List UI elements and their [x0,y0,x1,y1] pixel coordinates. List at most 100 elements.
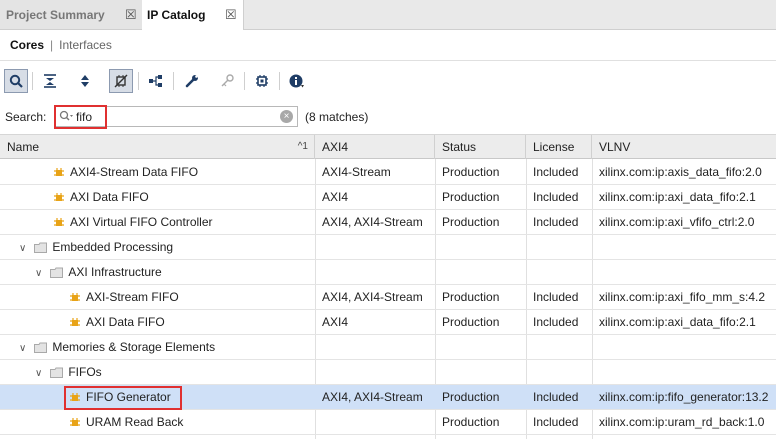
axi4-cell: AXI4, AXI4-Stream [322,290,423,304]
ip-name: AXI Data FIFO [70,190,149,204]
search-highlight-box [54,105,107,129]
axi4-cell: AXI4, AXI4-Stream [322,215,423,229]
status-cell: Production [442,415,500,429]
tab-project-summary[interactable]: Project Summary ☒ [0,0,143,29]
folder-name: Embedded Processing [52,240,174,254]
folder-icon [34,242,48,254]
axi4-cell: AXI4-Stream [322,165,391,179]
ip-core-icon [70,292,80,301]
status-cell: Production [442,315,500,329]
search-row: Search: fifo × (8 matches) [0,103,776,131]
toolbar-separator [244,72,245,90]
tree-folder-row[interactable]: ∨ AXI Infrastructure [0,260,776,285]
toolbar-separator [173,72,174,90]
axi4-cell: AXI4 [322,315,349,329]
info-button[interactable] [285,69,309,93]
ip-name: AXI Data FIFO [86,315,165,329]
customize-ip-icon [114,74,128,88]
table-row[interactable]: URAM Read Back Production Included xilin… [0,410,776,435]
column-header-axi4[interactable]: AXI4 [315,135,435,159]
catalog-toolbar [0,64,776,98]
editor-tab-bar: Project Summary ☒ IP Catalog ☒ [0,0,776,30]
ip-name: AXI4-Stream Data FIFO [70,165,199,179]
ip-core-icon [54,167,64,176]
key-icon [221,74,234,87]
toolbar-separator [32,72,33,90]
column-header-license[interactable]: License [526,135,592,159]
expand-chevron-icon[interactable]: ∨ [35,262,47,284]
collapse-all-icon [44,74,56,88]
license-cell: Included [533,215,579,229]
hierarchy-button[interactable] [144,69,168,93]
folder-name: AXI Infrastructure [68,265,162,279]
name-cell: ∨ FIFOs [0,360,315,384]
folder-name: FIFOs [68,365,102,379]
tree-folder-row[interactable]: ∨ FIFOs [0,360,776,385]
device-button[interactable] [250,69,274,93]
tab-ip-catalog[interactable]: IP Catalog ☒ [142,0,244,30]
folder-icon [34,342,48,354]
table-row[interactable]: AXI Data FIFO AXI4 Production Included x… [0,185,776,210]
name-cell: AXI Data FIFO [0,310,315,334]
name-cell: AXI4-Stream Data FIFO [0,160,315,184]
axi4-cell: AXI4 [322,190,349,204]
match-count: (8 matches) [305,110,369,124]
name-cell: ∨ Embedded Processing [0,235,315,259]
table-row[interactable]: AXI-Stream FIFO AXI4, AXI4-Stream Produc… [0,285,776,310]
license-cell: Included [533,415,579,429]
search-button[interactable] [4,69,28,93]
subtab-separator: | [50,38,54,52]
ip-name: AXI-Stream FIFO [86,290,179,304]
expand-chevron-icon[interactable]: ∨ [19,337,31,359]
expand-all-button[interactable] [73,69,97,93]
vlnv-cell: xilinx.com:ip:axi_data_fifo:2.1 [599,315,756,329]
header-label: Name [7,140,40,154]
expand-chevron-icon[interactable]: ∨ [19,237,31,259]
ip-name: URAM Read Back [86,415,184,429]
expand-chevron-icon[interactable]: ∨ [35,362,47,384]
expand-all-icon [81,75,89,87]
table-row[interactable]: AXI Data FIFO AXI4 Production Included x… [0,310,776,335]
tab-label: IP Catalog [147,8,206,22]
ip-core-icon [54,192,64,201]
column-header-vlnv[interactable]: VLNV [592,135,776,159]
vlnv-cell: xilinx.com:ip:axis_data_fifo:2.0 [599,165,762,179]
close-icon[interactable]: ☒ [225,7,237,23]
table-row[interactable]: AXI Virtual FIFO Controller AXI4, AXI4-S… [0,210,776,235]
table-header: Name ^1 AXI4 Status License VLNV [0,134,776,159]
license-button[interactable] [215,69,239,93]
vlnv-cell: xilinx.com:ip:axi_data_fifo:2.1 [599,190,756,204]
column-header-name[interactable]: Name ^1 [0,135,315,159]
customize-ip-button[interactable] [109,69,133,93]
name-cell: AXI Data FIFO [0,185,315,209]
axi4-cell [315,410,435,434]
table-row[interactable]: AXI4-Stream Data FIFO AXI4-Stream Produc… [0,160,776,185]
tree-folder-row[interactable]: ∨ Memories & Storage Elements [0,335,776,360]
collapse-all-button[interactable] [38,69,62,93]
settings-button[interactable] [180,69,204,93]
ip-core-icon [70,417,80,426]
view-subtabs: Cores | Interfaces [0,30,776,61]
license-cell: Included [533,315,579,329]
column-header-status[interactable]: Status [435,135,526,159]
vlnv-cell: xilinx.com:ip:axi_vfifo_ctrl:2.0 [599,215,755,229]
sort-indicator: ^1 [297,141,308,152]
vlnv-cell: xilinx.com:ip:fifo_generator:13.2 [599,390,769,404]
subtab-cores[interactable]: Cores [10,38,44,52]
subtab-interfaces[interactable]: Interfaces [59,38,112,52]
axi4-cell: AXI4, AXI4-Stream [322,390,423,404]
status-cell: Production [442,290,500,304]
tree-folder-row[interactable]: ∨ Embedded Processing [0,235,776,260]
search-icon [9,74,23,88]
clear-search-icon[interactable]: × [280,110,293,123]
tab-label: Project Summary [6,7,105,22]
chip-icon [256,75,268,87]
info-icon [289,74,304,88]
ip-name: AXI Virtual FIFO Controller [70,215,213,229]
folder-icon [50,267,64,279]
license-cell: Included [533,290,579,304]
search-label: Search: [5,110,47,124]
close-icon[interactable]: ☒ [125,7,137,23]
selection-highlight-box [64,386,182,410]
toolbar-separator [138,72,139,90]
